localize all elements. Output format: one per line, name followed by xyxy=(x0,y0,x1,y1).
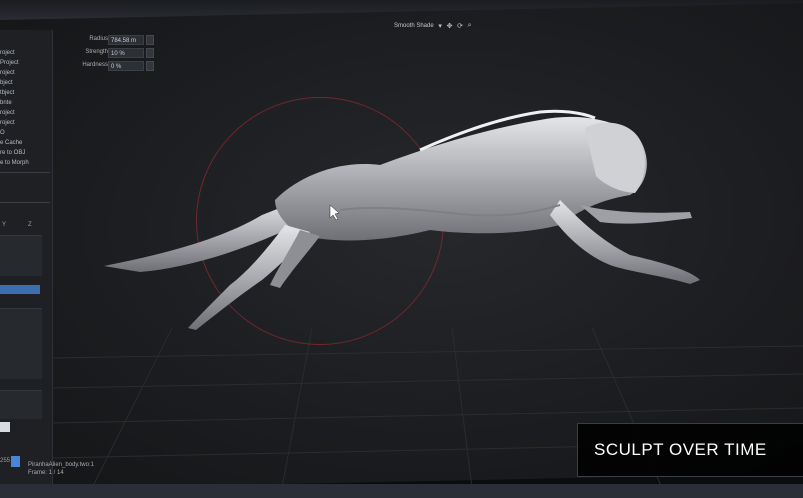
caption-box: SCULPT OVER TIME xyxy=(577,423,803,477)
timeline-bar[interactable] xyxy=(0,484,803,498)
mesh-name: PiranhaAlien_body.two:1 xyxy=(28,462,94,468)
frame-counter: Frame: 1 / 14 xyxy=(28,470,64,476)
mesh-info: PiranhaAlien_body.two:1 Frame: 1 / 14 xyxy=(28,461,94,477)
caption-text: SCULPT OVER TIME xyxy=(594,440,767,459)
